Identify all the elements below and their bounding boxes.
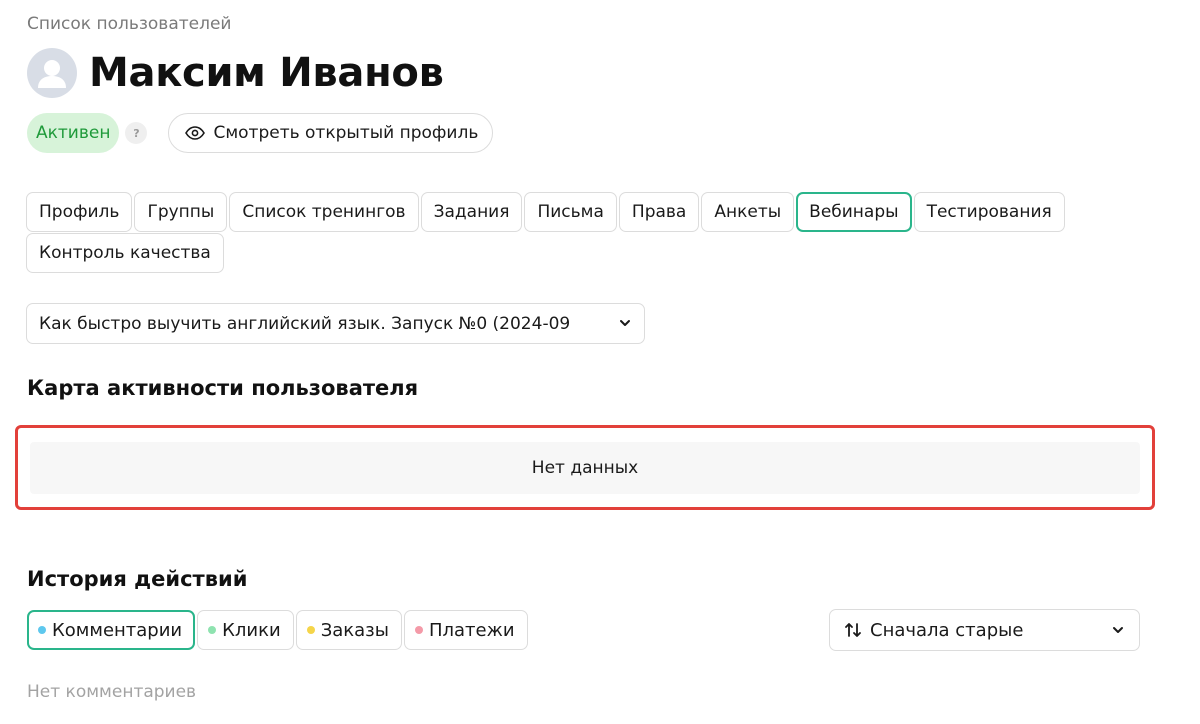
chevron-down-icon	[1113, 627, 1123, 633]
filter-orders-label: Заказы	[320, 619, 389, 641]
activity-map-title: Карта активности пользователя	[27, 376, 419, 400]
user-header: Максим Иванов	[27, 46, 444, 100]
breadcrumb[interactable]: Список пользователей	[27, 14, 231, 34]
tab-rights[interactable]: Права	[618, 192, 700, 232]
clicks-dot-icon	[208, 626, 217, 634]
page-title: Максим Иванов	[89, 50, 444, 96]
tab-trainings[interactable]: Список тренингов	[229, 192, 419, 232]
payments-dot-icon	[414, 626, 423, 634]
tab-profile[interactable]: Профиль	[26, 192, 133, 232]
sort-icon	[845, 623, 861, 637]
view-public-profile-label: Смотреть открытый профиль	[213, 123, 479, 143]
eye-icon	[185, 126, 206, 140]
avatar	[27, 48, 77, 98]
filter-clicks[interactable]: Клики	[197, 610, 294, 650]
filter-payments[interactable]: Платежи	[403, 610, 528, 650]
orders-dot-icon	[306, 626, 315, 634]
tab-letters[interactable]: Письма	[524, 192, 617, 232]
webinar-select[interactable]: Как быстро выучить английский язык. Запу…	[26, 303, 645, 344]
sort-select[interactable]: Сначала старые	[829, 609, 1140, 651]
help-icon[interactable]: ?	[125, 122, 148, 144]
history-title: История действий	[27, 567, 248, 591]
view-public-profile-button[interactable]: Смотреть открытый профиль	[168, 113, 494, 153]
status-badge: Активен	[27, 113, 120, 153]
chevron-down-icon	[620, 320, 630, 326]
tab-tests[interactable]: Тестирования	[913, 192, 1065, 232]
tab-webinars[interactable]: Вебинары	[796, 192, 912, 232]
tab-groups[interactable]: Группы	[134, 192, 228, 232]
history-filters: Комментарии Клики Заказы Платежи	[27, 610, 528, 650]
tab-forms[interactable]: Анкеты	[701, 192, 795, 232]
tab-quality-control[interactable]: Контроль качества	[26, 233, 224, 273]
profile-tabs: Профиль Группы Список тренингов Задания …	[26, 192, 1136, 273]
webinar-select-value: Как быстро выучить английский язык. Запу…	[39, 313, 571, 334]
filter-comments[interactable]: Комментарии	[27, 610, 196, 650]
tab-tasks[interactable]: Задания	[420, 192, 523, 232]
comments-dot-icon	[38, 626, 46, 634]
activity-map-highlight: Нет данных	[15, 425, 1155, 510]
filter-orders[interactable]: Заказы	[295, 610, 402, 650]
activity-map-empty: Нет данных	[30, 442, 1140, 494]
filter-comments-label: Комментарии	[52, 619, 183, 641]
sort-select-value: Сначала старые	[870, 619, 1024, 641]
empty-comments-text: Нет комментариев	[27, 682, 197, 702]
user-silhouette-icon	[38, 60, 66, 88]
filter-payments-label: Платежи	[428, 619, 515, 641]
filter-clicks-label: Клики	[222, 619, 281, 641]
status-row: Активен ? Смотреть открытый профиль	[27, 113, 494, 153]
